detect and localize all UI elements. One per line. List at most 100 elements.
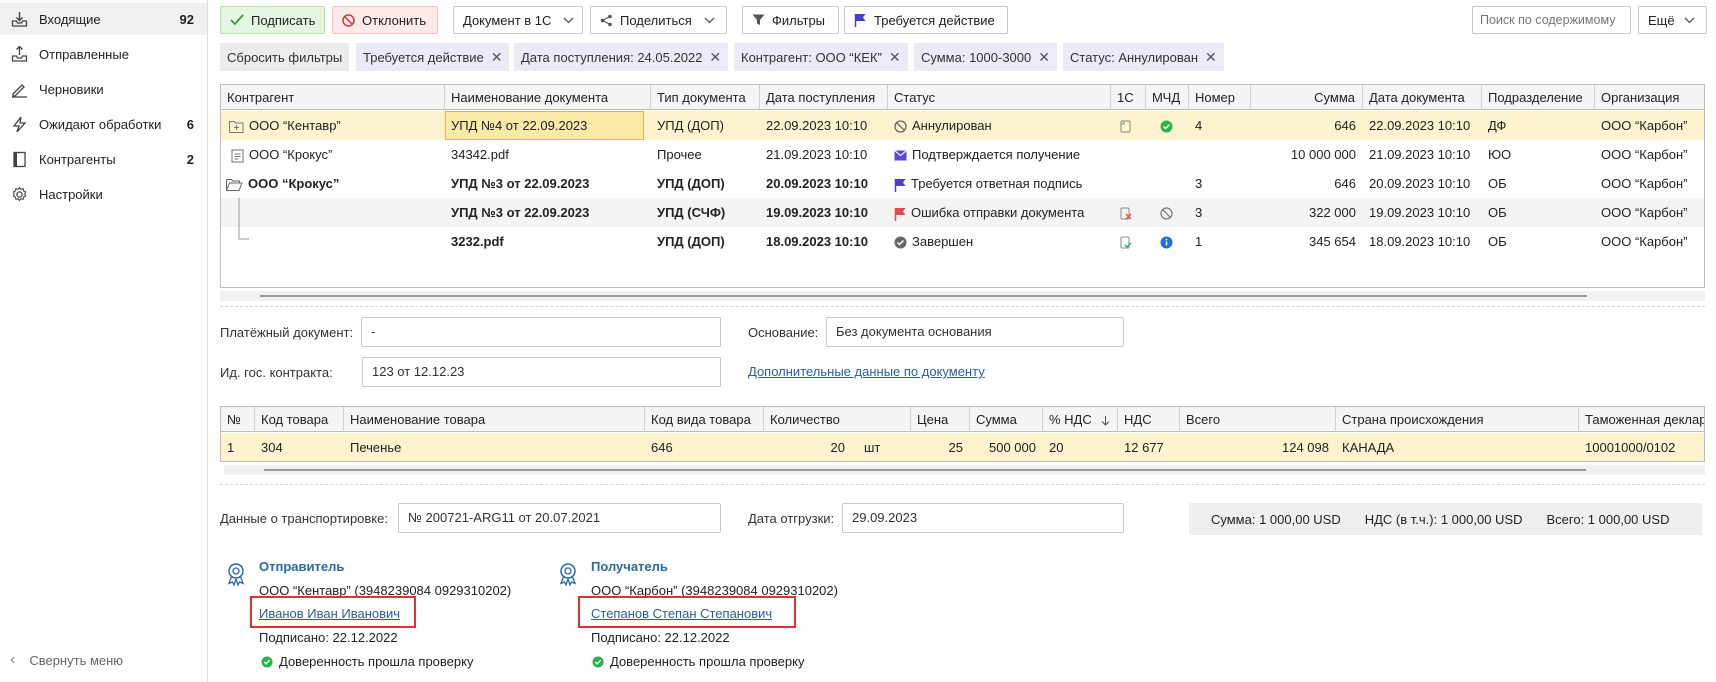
column-header[interactable]: № bbox=[221, 407, 255, 432]
sidebar-item-count: 2 bbox=[186, 151, 194, 167]
document-type: УПД (ДОП) bbox=[657, 118, 724, 133]
share-label: Поделиться bbox=[620, 12, 692, 28]
column-header[interactable]: Количество bbox=[764, 407, 911, 432]
more-dropdown[interactable]: Ещё bbox=[1638, 6, 1707, 34]
sign-button[interactable]: Подписать bbox=[220, 6, 325, 34]
column-header[interactable]: Номер bbox=[1189, 85, 1251, 110]
column-header[interactable]: 1С bbox=[1111, 85, 1146, 110]
column-header[interactable]: Наименование документа bbox=[445, 85, 651, 110]
contract-id-field[interactable]: 123 от 12.12.23 bbox=[362, 357, 721, 387]
column-header[interactable]: Организация bbox=[1595, 85, 1704, 110]
folder-plus-icon[interactable] bbox=[229, 120, 244, 134]
column-header[interactable]: Сумма bbox=[1251, 85, 1363, 110]
close-icon[interactable]: ✕ bbox=[709, 49, 721, 66]
status-text: Завершен bbox=[912, 234, 974, 249]
department: ЮО bbox=[1488, 147, 1512, 162]
transport-field[interactable]: № 200721-ARG11 от 20.07.2021 bbox=[398, 503, 721, 533]
document-name-cell[interactable]: УПД №4 от 22.09.2023 bbox=[445, 111, 651, 140]
action-required-button[interactable]: Требуется действие bbox=[844, 6, 1008, 34]
customs-declaration: 10001000/0102 bbox=[1585, 440, 1676, 455]
close-icon[interactable]: ✕ bbox=[1205, 49, 1217, 66]
filter-chip-status: Статус: Аннулирован ✕ bbox=[1063, 43, 1224, 71]
column-header[interactable]: Контрагент bbox=[221, 85, 445, 110]
vat: 12 677 bbox=[1124, 440, 1164, 455]
folder-open-icon[interactable] bbox=[226, 178, 243, 192]
column-header[interactable]: Код товара bbox=[255, 407, 344, 432]
scrollbar-thumb[interactable] bbox=[260, 295, 1587, 297]
content-search-input[interactable] bbox=[1472, 6, 1631, 34]
close-icon[interactable]: ✕ bbox=[1038, 49, 1050, 66]
document-copy-icon bbox=[1120, 120, 1131, 133]
contractor-cell: ООО “Кентавр” bbox=[221, 111, 445, 140]
scrollbar-thumb[interactable] bbox=[264, 469, 1586, 471]
poa-text: Доверенность прошла проверку bbox=[610, 654, 805, 669]
column-header[interactable]: Всего bbox=[1180, 407, 1336, 432]
table-row[interactable]: ООО “Крокус” 34342.pdf Прочее 21.09.2023… bbox=[221, 140, 1704, 169]
received-date: 20.09.2023 10:10 bbox=[766, 176, 868, 191]
column-header[interactable]: Страна происхождения bbox=[1336, 407, 1579, 432]
info-icon bbox=[1160, 236, 1173, 249]
flag-red-icon bbox=[894, 207, 906, 221]
sidebar-item-contractors[interactable]: Контрагенты 2 bbox=[0, 143, 207, 175]
column-header[interactable]: Дата документа bbox=[1363, 85, 1482, 110]
column-header[interactable]: Цена bbox=[911, 407, 970, 432]
sidebar: Входящие 92 Отправленные Черновики Ожида… bbox=[0, 0, 208, 682]
column-header[interactable]: Дата поступления bbox=[760, 85, 888, 110]
table-row[interactable]: ООО “Кентавр” УПД №4 от 22.09.2023 УПД (… bbox=[221, 111, 1704, 140]
status-text: Ошибка отправки документа bbox=[911, 205, 1085, 220]
status-cell: Ошибка отправки документа bbox=[888, 198, 1111, 227]
reset-filters-button[interactable]: Сбросить фильтры bbox=[220, 43, 350, 71]
document-name: УПД №3 от 22.09.2023 bbox=[451, 176, 590, 191]
documents-horizontal-scrollbar[interactable] bbox=[220, 291, 1705, 301]
price: 25 bbox=[948, 440, 963, 455]
product-name: Печенье bbox=[350, 440, 402, 455]
column-header[interactable]: % НДС bbox=[1043, 407, 1118, 432]
column-header[interactable]: Тип документа bbox=[651, 85, 760, 110]
number: 1 bbox=[1195, 234, 1203, 249]
filters-button[interactable]: Фильтры bbox=[742, 6, 839, 34]
table-row[interactable]: 3232.pdf УПД (ДОП) 18.09.2023 10:10 Заве… bbox=[221, 227, 1704, 256]
filter-chip-contractor: Контрагент: ООО “КЕК” ✕ bbox=[734, 43, 908, 71]
table-row[interactable]: 1 304 Печенье 646 20 шт 25 500 000 20 12… bbox=[221, 433, 1704, 461]
close-icon[interactable]: ✕ bbox=[491, 49, 503, 66]
number: 3 bbox=[1195, 176, 1203, 191]
column-header[interactable]: Таможенная декларация bbox=[1579, 407, 1704, 432]
sidebar-item-sent[interactable]: Отправленные bbox=[0, 38, 207, 70]
shipping-date-field[interactable]: 29.09.2023 bbox=[842, 503, 1124, 533]
filter-chip-label: Дата поступления: 24.05.2022 bbox=[521, 49, 703, 65]
table-row[interactable]: УПД №3 от 22.09.2023 УПД (СЧФ) 19.09.202… bbox=[221, 198, 1704, 227]
filter-chip-sum: Сумма: 1000-3000 ✕ bbox=[914, 43, 1057, 71]
column-header[interactable]: Сумма bbox=[970, 407, 1043, 432]
filter-chip-label: Статус: Аннулирован bbox=[1070, 49, 1199, 65]
column-header[interactable]: МЧД bbox=[1146, 85, 1189, 110]
column-header[interactable]: НДС bbox=[1118, 407, 1180, 432]
sidebar-item-pending[interactable]: Ожидают обработки 6 bbox=[0, 108, 207, 140]
basis-field[interactable]: Без документа основания bbox=[826, 317, 1124, 347]
payment-document-field[interactable]: - bbox=[361, 317, 721, 347]
goods-horizontal-scrollbar[interactable] bbox=[224, 465, 1705, 475]
organization: ООО “Карбон” bbox=[1601, 118, 1688, 133]
status-cell: Подтверждается получение bbox=[888, 140, 1111, 169]
column-header[interactable]: Подразделение bbox=[1482, 85, 1595, 110]
column-header[interactable]: Код вида товара bbox=[645, 407, 764, 432]
sidebar-item-label: Отправленные bbox=[39, 46, 129, 62]
share-dropdown[interactable]: Поделиться bbox=[590, 6, 727, 34]
table-row[interactable]: ООО “Крокус” УПД №3 от 22.09.2023 УПД (Д… bbox=[221, 169, 1704, 198]
column-header[interactable]: Статус bbox=[888, 85, 1111, 110]
sidebar-item-settings[interactable]: Настройки bbox=[0, 178, 207, 210]
document-1c-dropdown[interactable]: Документ в 1С bbox=[453, 6, 583, 34]
sidebar-item-drafts[interactable]: Черновики bbox=[0, 73, 207, 105]
reject-button[interactable]: Отклонить bbox=[332, 6, 438, 34]
close-icon[interactable]: ✕ bbox=[889, 49, 901, 66]
collapse-menu-button[interactable]: ‹ Свернуть меню bbox=[10, 651, 123, 669]
column-header[interactable]: Наименование товара bbox=[344, 407, 645, 432]
status-cell: Завершен bbox=[888, 227, 1111, 256]
additional-data-link[interactable]: Дополнительные данные по документу bbox=[748, 364, 985, 379]
sidebar-item-inbox[interactable]: Входящие 92 bbox=[0, 3, 207, 35]
vat-percent: 20 bbox=[1049, 440, 1064, 455]
document-name: УПД №4 от 22.09.2023 bbox=[451, 118, 588, 133]
sidebar-item-label: Ожидают обработки bbox=[39, 116, 162, 132]
forbidden-icon bbox=[1160, 207, 1173, 220]
documents-table: Контрагент Наименование документа Тип до… bbox=[220, 84, 1705, 288]
totals-total: Всего: 1 000,00 USD bbox=[1546, 511, 1670, 527]
